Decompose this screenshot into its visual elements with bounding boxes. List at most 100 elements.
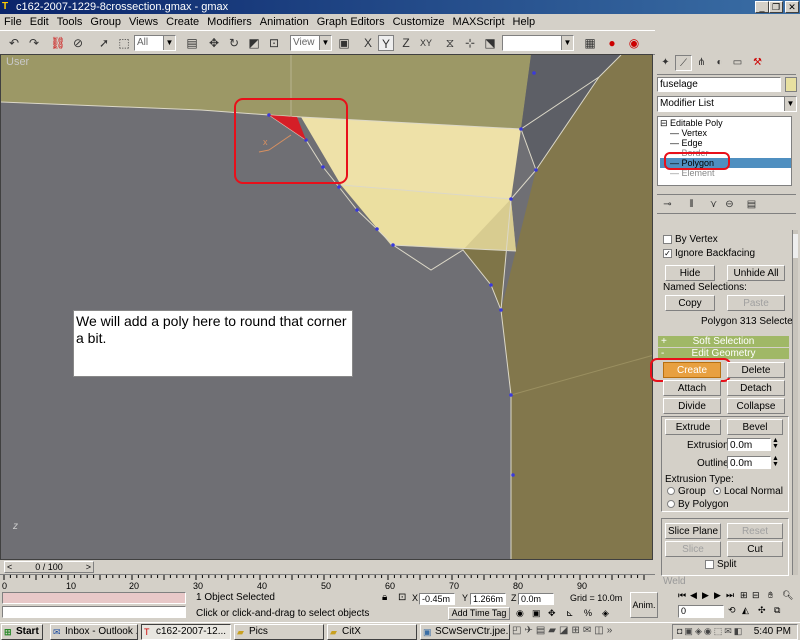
pan-view-icon[interactable]: ✋︎ bbox=[768, 590, 773, 601]
outline-field[interactable]: 0.0m bbox=[727, 456, 771, 469]
radio[interactable] bbox=[713, 487, 721, 496]
collapse-button[interactable]: Collapse bbox=[727, 398, 785, 414]
local-normal-radio[interactable]: Local Normal bbox=[713, 486, 783, 497]
pivot-center-icon[interactable]: ▣ bbox=[336, 35, 352, 51]
menu-group[interactable]: Group bbox=[90, 16, 121, 28]
object-color-swatch[interactable] bbox=[785, 77, 797, 92]
go-to-end-icon[interactable]: ⏭ bbox=[726, 590, 734, 601]
remove-modifier-icon[interactable]: ⊖ bbox=[721, 197, 738, 213]
configure-sets-icon[interactable]: ▤ bbox=[743, 197, 760, 213]
select-by-name-icon[interactable]: ▤ bbox=[184, 35, 200, 51]
crossing-icon[interactable]: ◉ bbox=[516, 608, 524, 619]
reference-coordinate-dropdown[interactable]: View ▼ bbox=[290, 35, 332, 51]
quick-launch-icon[interactable]: ✈ bbox=[524, 625, 535, 636]
modify-tab-icon[interactable]: ⟋ bbox=[675, 55, 692, 71]
rotate-icon[interactable]: ↻ bbox=[226, 35, 242, 51]
maximize-button[interactable]: ❐ bbox=[769, 1, 783, 13]
key-mode-icon[interactable]: ⊞ bbox=[740, 590, 748, 601]
lock-selection-icon[interactable]: 🔒︎ bbox=[382, 592, 387, 603]
menu-customize[interactable]: Customize bbox=[393, 16, 445, 28]
select-object-icon[interactable]: ➚ bbox=[96, 35, 112, 51]
next-frame-icon[interactable]: ▶ bbox=[714, 590, 721, 601]
render-icon[interactable]: ● bbox=[604, 35, 620, 51]
gmax-app-icon[interactable]: T bbox=[2, 1, 13, 12]
field-of-view-icon[interactable]: ◭ bbox=[742, 605, 749, 616]
slice-plane-button[interactable]: Slice Plane bbox=[665, 523, 721, 539]
scale-icon[interactable]: ◩ bbox=[246, 35, 262, 51]
spinner-snap-icon[interactable]: ◈ bbox=[602, 608, 609, 619]
taskbar-item-gmax[interactable]: T c162-2007-12... bbox=[141, 624, 231, 640]
motion-tab-icon[interactable]: ◐ bbox=[711, 55, 728, 71]
stack-item-edge[interactable]: — Edge bbox=[660, 138, 791, 148]
quick-launch-icon[interactable]: ⊞ bbox=[571, 625, 582, 636]
named-selection-sets-dropdown[interactable]: ▼ bbox=[502, 35, 574, 51]
by-vertex-option[interactable]: By Vertex bbox=[663, 234, 718, 245]
radio[interactable] bbox=[667, 487, 675, 496]
tray-icons[interactable]: ◘▣◈◉⬚✉◧ bbox=[677, 626, 744, 637]
extrusion-field[interactable]: 0.0m bbox=[727, 438, 771, 451]
align-icon[interactable]: ⊹ bbox=[462, 35, 478, 51]
make-unique-icon[interactable]: ⋎ bbox=[705, 197, 722, 213]
ignore-backfacing-option[interactable]: ✓ Ignore Backfacing bbox=[663, 248, 755, 259]
quick-launch-icon[interactable]: ◪ bbox=[559, 625, 571, 636]
next-frame-icon[interactable]: > bbox=[86, 562, 91, 572]
taskbar-item-pics[interactable]: ▰ Pics bbox=[234, 624, 324, 640]
checkbox[interactable]: ✓ bbox=[663, 248, 672, 258]
copy-button[interactable]: Copy bbox=[665, 295, 715, 311]
maxscript-listener-mini[interactable] bbox=[2, 592, 186, 604]
previous-frame-icon[interactable]: ◀ bbox=[690, 590, 697, 601]
unhide-all-button[interactable]: Unhide All bbox=[727, 265, 785, 281]
soft-selection-rollout[interactable]: + Soft Selection bbox=[658, 336, 789, 347]
prev-frame-icon[interactable]: < bbox=[7, 562, 12, 572]
time-slider-thumb[interactable]: < 0 / 100 > bbox=[4, 561, 94, 573]
play-icon[interactable]: ▶ bbox=[702, 590, 709, 601]
scrollbar-thumb[interactable] bbox=[793, 234, 798, 258]
quick-render-icon[interactable]: ◉ bbox=[626, 35, 642, 51]
mirror-icon[interactable]: ⧖ bbox=[442, 35, 458, 51]
group-radio[interactable]: Group bbox=[667, 486, 706, 497]
close-button[interactable]: ✕ bbox=[785, 1, 799, 13]
go-to-start-icon[interactable]: ⏮ bbox=[678, 590, 686, 601]
z-coordinate-field[interactable]: 0.0m bbox=[518, 593, 554, 605]
create-tab-icon[interactable]: ✦ bbox=[657, 55, 674, 71]
taskbar-item-image[interactable]: ▣ SCwServCtr.jpe... bbox=[420, 624, 510, 640]
degradation-override-icon[interactable]: ▣ bbox=[532, 608, 541, 619]
divide-button[interactable]: Divide bbox=[663, 398, 721, 414]
menu-maxscript[interactable]: MAXScript bbox=[453, 16, 505, 28]
cut-button[interactable]: Cut bbox=[727, 541, 783, 557]
menu-views[interactable]: Views bbox=[129, 16, 158, 28]
stack-item-vertex[interactable]: — Vertex bbox=[660, 128, 791, 138]
add-time-tag-button[interactable]: Add Time Tag bbox=[448, 607, 510, 620]
taskbar-item-outlook[interactable]: ✉ Inbox - Outlook ... bbox=[50, 624, 138, 640]
quick-launch-icon[interactable]: ◰ bbox=[512, 625, 524, 636]
restrict-z-icon[interactable]: Z bbox=[398, 35, 414, 51]
selection-filter-dropdown[interactable]: All ▼ bbox=[134, 35, 176, 51]
redo-icon[interactable]: ↷ bbox=[26, 35, 42, 51]
menu-create[interactable]: Create bbox=[166, 16, 199, 28]
quick-launch-icon[interactable]: ◫ bbox=[594, 625, 606, 636]
display-tab-icon[interactable]: ▭ bbox=[729, 55, 746, 71]
bevel-button[interactable]: Bevel bbox=[727, 419, 783, 435]
delete-button[interactable]: Delete bbox=[727, 362, 785, 378]
stack-item-editable-poly[interactable]: ⊟ Editable Poly bbox=[660, 118, 791, 128]
animate-button[interactable]: Anim. bbox=[630, 592, 658, 618]
attach-button[interactable]: Attach bbox=[663, 380, 721, 396]
detach-button[interactable]: Detach bbox=[727, 380, 785, 396]
viewport-label[interactable]: User bbox=[6, 56, 29, 68]
start-button[interactable]: ⊞ Start bbox=[1, 624, 43, 640]
radio[interactable] bbox=[667, 500, 675, 509]
reset-plane-button[interactable]: Reset Plane bbox=[727, 523, 783, 552]
quick-launch-icon[interactable]: ▤ bbox=[536, 625, 548, 636]
hide-button[interactable]: Hide bbox=[665, 265, 715, 281]
by-polygon-radio[interactable]: By Polygon bbox=[667, 499, 729, 510]
utilities-tab-icon[interactable]: ⚒ bbox=[749, 55, 766, 71]
menu-edit[interactable]: Edit bbox=[30, 16, 49, 28]
quick-launch-icon[interactable]: ✉ bbox=[583, 625, 594, 636]
x-coordinate-field[interactable]: -0.45m bbox=[419, 593, 455, 605]
arc-rotate-icon[interactable]: ✣ bbox=[758, 605, 766, 616]
minimize-button[interactable]: _ bbox=[755, 1, 769, 13]
material-editor-icon[interactable]: ▦ bbox=[582, 35, 598, 51]
region-select-icon[interactable]: ⬚ bbox=[116, 35, 132, 51]
unlink-icon[interactable]: ⊘ bbox=[70, 35, 86, 51]
restrict-y-icon[interactable]: Y bbox=[378, 35, 394, 51]
